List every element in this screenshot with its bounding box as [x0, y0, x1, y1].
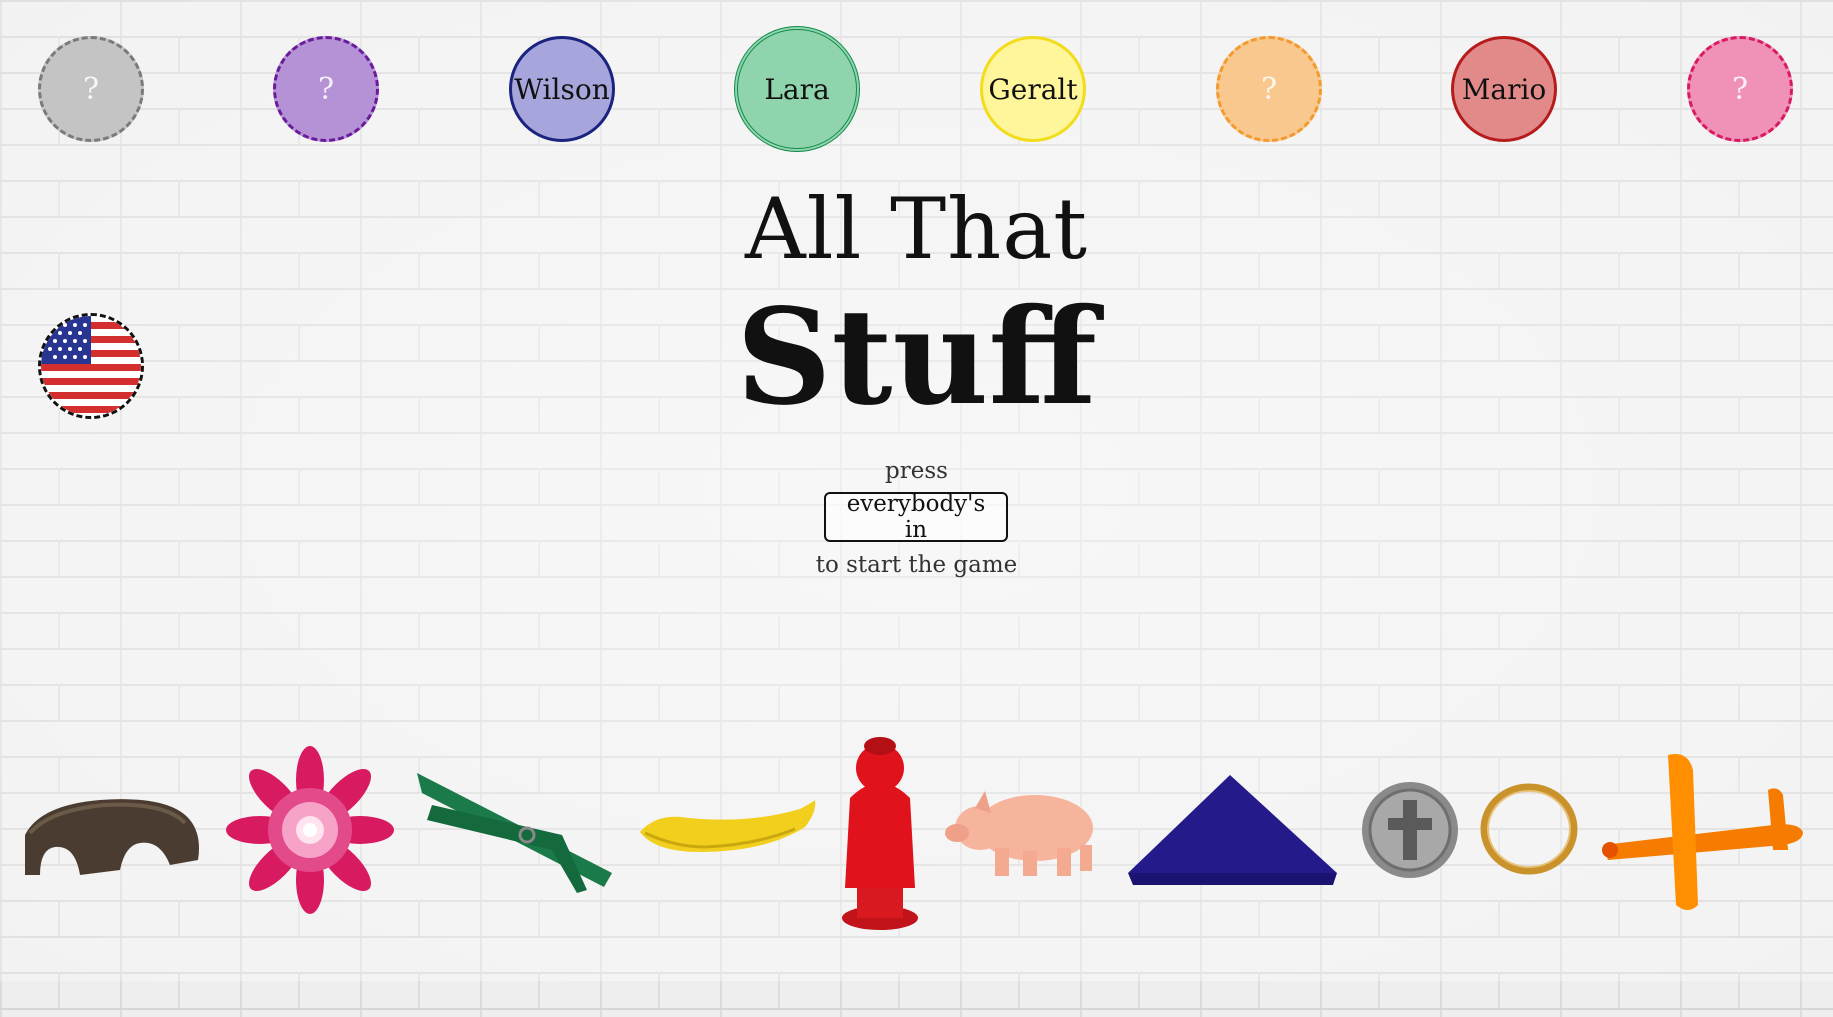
- player-name: Mario: [1461, 72, 1547, 106]
- orange-airplane-icon[interactable]: [1598, 750, 1810, 915]
- blue-triangle-icon[interactable]: [1125, 773, 1340, 888]
- player-name: Geralt: [988, 72, 1078, 106]
- banana-icon[interactable]: [635, 797, 817, 862]
- everybodys-in-button[interactable]: everybody's in: [824, 491, 1008, 543]
- pig-figurine-icon[interactable]: [945, 783, 1105, 883]
- player-name: ?: [82, 71, 100, 107]
- player-slot-7[interactable]: Mario: [1451, 36, 1557, 142]
- player-name: Wilson: [514, 72, 610, 106]
- green-clothespin-icon[interactable]: [412, 765, 617, 895]
- player-slot-5[interactable]: Geralt: [980, 36, 1086, 142]
- violin-mute-icon[interactable]: [20, 775, 205, 885]
- player-name: Lara: [764, 72, 830, 106]
- player-slot-6[interactable]: ?: [1216, 36, 1322, 142]
- player-slot-4[interactable]: Lara: [734, 26, 860, 152]
- game-title-line2: Stuff: [736, 280, 1097, 435]
- player-name: ?: [1731, 71, 1749, 107]
- player-slot-1[interactable]: ?: [38, 36, 144, 142]
- player-slot-8[interactable]: ?: [1687, 36, 1793, 142]
- game-title-line1: All That: [744, 180, 1089, 278]
- pink-flower-icon[interactable]: [225, 745, 395, 915]
- player-slot-2[interactable]: ?: [273, 36, 379, 142]
- cross-coin-icon[interactable]: [1360, 780, 1460, 880]
- press-label: press: [885, 458, 948, 484]
- player-name: ?: [317, 71, 335, 107]
- red-figurine-icon[interactable]: [835, 728, 925, 933]
- player-slot-3[interactable]: Wilson: [509, 36, 615, 142]
- player-name: ?: [1260, 71, 1278, 107]
- start-game-label: to start the game: [815, 552, 1018, 578]
- gold-ring-icon[interactable]: [1478, 782, 1580, 877]
